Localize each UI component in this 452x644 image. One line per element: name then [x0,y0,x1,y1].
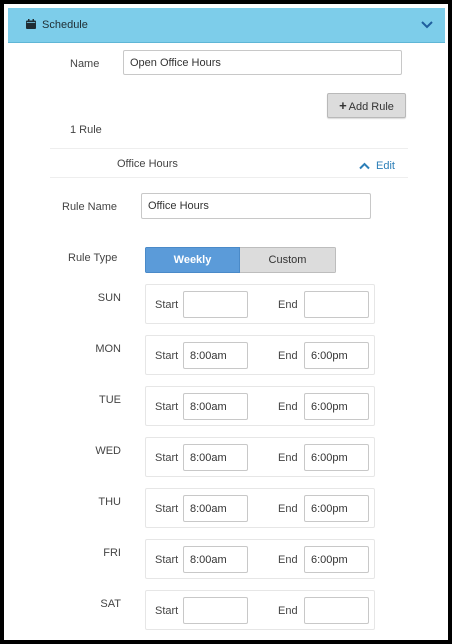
end-time-input[interactable] [304,444,369,471]
start-time-input[interactable] [183,291,248,318]
divider [50,177,408,178]
start-label: Start [155,299,179,311]
end-time-input[interactable] [304,393,369,420]
end-label: End [278,401,298,413]
day-label: FRI [103,547,121,559]
schedule-panel: Schedule Name +Add Rule 1 Rule Office Ho… [0,0,452,644]
add-rule-button[interactable]: + Add Rule [327,93,406,118]
end-time-input[interactable] [304,546,369,573]
schedule-header[interactable]: Schedule [8,8,445,43]
end-label: End [278,350,298,362]
start-label: Start [155,401,179,413]
start-time-input[interactable] [183,444,248,471]
rule-type-weekly[interactable]: Weekly [145,247,240,273]
name-input[interactable] [123,50,402,75]
add-rule-label: Add Rule [348,101,394,113]
end-label: End [278,503,298,515]
name-label: Name [70,58,100,70]
rule-type-toggle: Weekly Custom [145,247,336,273]
schedule-title: Schedule [42,19,88,31]
end-time-input[interactable] [304,495,369,522]
start-label: Start [155,554,179,566]
rule-count: 1 Rule [70,124,102,136]
chevron-down-icon[interactable] [421,20,433,30]
plus-icon: + [339,98,347,113]
start-label: Start [155,503,179,515]
start-label: Start [155,605,179,617]
day-label: SUN [97,292,121,304]
start-time-input[interactable] [183,546,248,573]
rule-type-custom[interactable]: Custom [240,247,336,273]
end-label: End [278,299,298,311]
day-row: Start End [145,437,375,477]
day-row: Start End [145,335,375,375]
day-row: Start End [145,386,375,426]
end-time-input[interactable] [304,342,369,369]
end-label: End [278,605,298,617]
rule-name-input[interactable] [141,193,371,219]
start-time-input[interactable] [183,495,248,522]
day-row: Start End [145,539,375,579]
start-label: Start [155,350,179,362]
rule-type-label: Rule Type [68,252,118,264]
edit-rule-link[interactable]: Edit [376,160,395,172]
start-time-input[interactable] [183,393,248,420]
start-time-input[interactable] [183,342,248,369]
day-label: WED [95,445,121,457]
day-label: THU [98,496,121,508]
day-label: TUE [99,394,121,406]
chevron-up-icon[interactable] [359,162,370,170]
day-row: Start End [145,590,375,630]
day-row: Start End [145,284,375,324]
end-time-input[interactable] [304,291,369,318]
rule-name-label: Rule Name [62,201,118,213]
start-label: Start [155,452,179,464]
end-time-input[interactable] [304,597,369,624]
calendar-icon [26,19,36,29]
day-label: MON [95,343,121,355]
divider [50,148,408,149]
rule-title: Office Hours [117,158,178,170]
end-label: End [278,452,298,464]
end-label: End [278,554,298,566]
day-row: Start End [145,488,375,528]
start-time-input[interactable] [183,597,248,624]
day-label: SAT [100,598,121,610]
